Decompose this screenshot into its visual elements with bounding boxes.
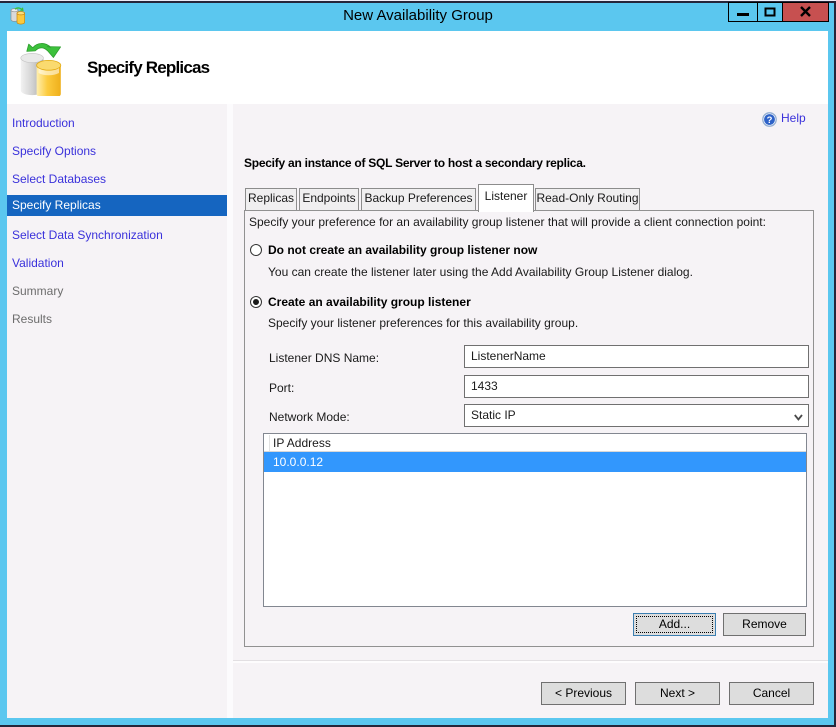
svg-text:?: ? bbox=[767, 115, 773, 126]
